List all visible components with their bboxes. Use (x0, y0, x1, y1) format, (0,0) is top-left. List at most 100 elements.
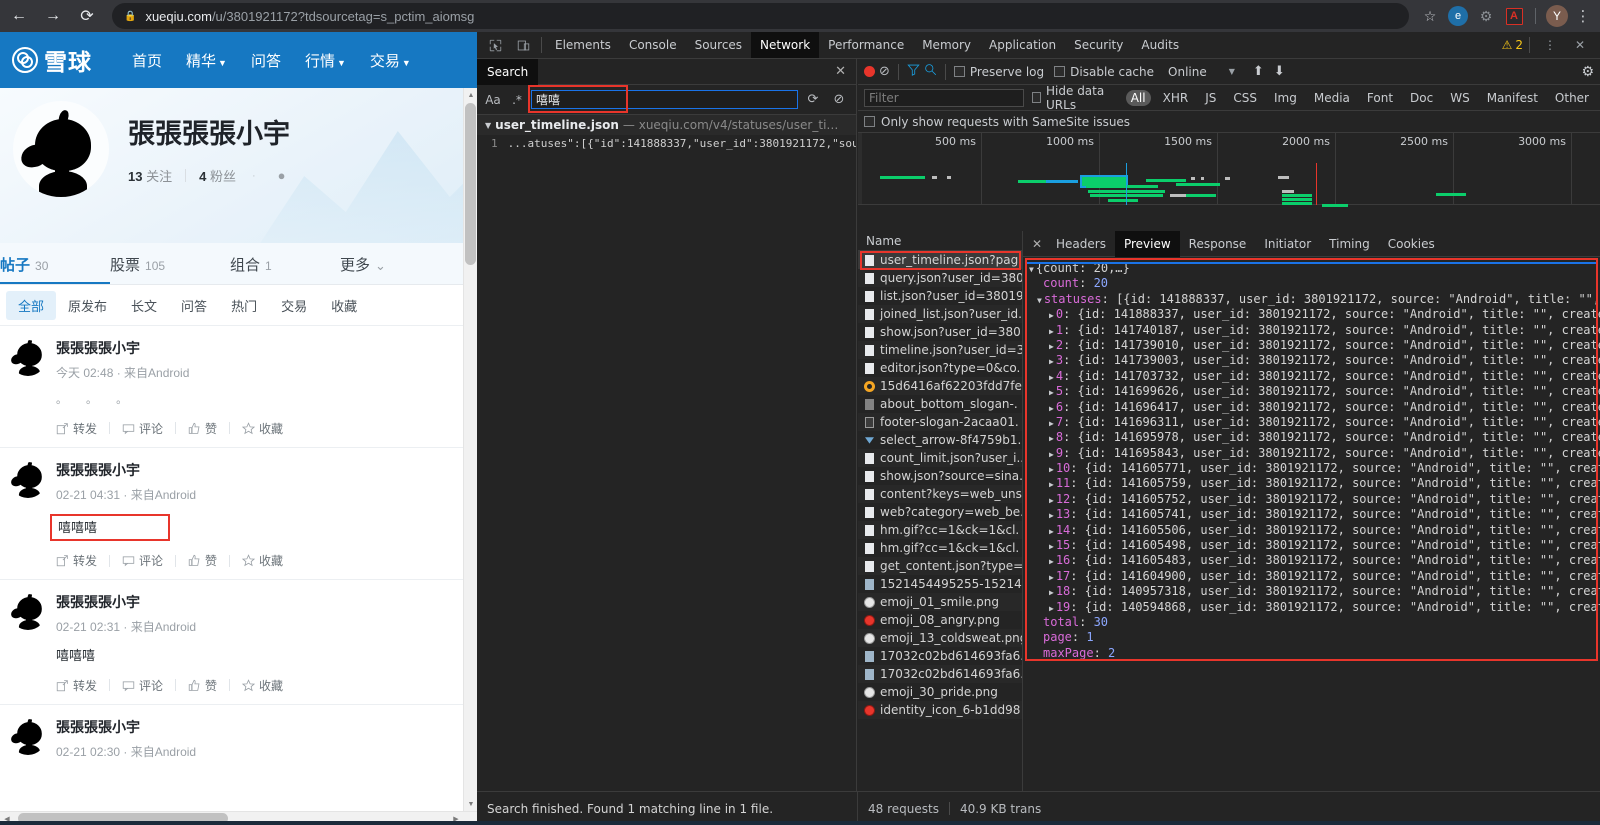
json-status-row[interactable]: ▶ 10: {id: 141605771, user_id: 3801921172… (1029, 461, 1600, 476)
filter-tab-original[interactable]: 原发布 (56, 291, 119, 320)
extension-1-icon[interactable]: e (1445, 3, 1471, 29)
table-row[interactable]: hm.gif?cc=1&ck=1&cl. (858, 521, 1022, 539)
json-status-row[interactable]: ▶ 2: {id: 141739010, user_id: 3801921172,… (1029, 338, 1600, 353)
comment-button[interactable]: 评论 (122, 677, 163, 694)
expand-triangle-icon[interactable]: ▼ (1029, 265, 1034, 274)
tab-security[interactable]: Security (1065, 32, 1132, 58)
samesite-checkbox[interactable]: Only show requests with SameSite issues (864, 115, 1130, 129)
expand-triangle-icon[interactable]: ▶ (1049, 573, 1054, 582)
json-status-row[interactable]: ▶ 15: {id: 141605498, user_id: 3801921172… (1029, 538, 1600, 553)
json-status-row[interactable]: ▶ 4: {id: 141703732, user_id: 3801921172,… (1029, 369, 1600, 384)
json-status-row[interactable]: ▶ 13: {id: 141605741, user_id: 3801921172… (1029, 507, 1600, 522)
json-status-row[interactable]: ▶ 16: {id: 141605483, user_id: 3801921172… (1029, 553, 1600, 568)
type-filter-xhr[interactable]: XHR (1158, 90, 1194, 106)
avatar[interactable] (10, 340, 46, 376)
type-filter-all[interactable]: All (1125, 89, 1151, 106)
table-row[interactable]: query.json?user_id=380 (858, 269, 1022, 287)
filter-tab-qa[interactable]: 问答 (169, 291, 219, 320)
table-row[interactable]: show.json?source=sina. (858, 467, 1022, 485)
comment-button[interactable]: 评论 (122, 420, 163, 437)
expand-triangle-icon[interactable]: ▶ (1049, 496, 1054, 505)
detail-tab-cookies[interactable]: Cookies (1379, 231, 1444, 257)
detail-tab-initiator[interactable]: Initiator (1255, 231, 1320, 257)
table-row[interactable]: editor.json?type=0&co. (858, 359, 1022, 377)
inspect-element-icon[interactable] (481, 32, 509, 58)
tab-memory[interactable]: Memory (913, 32, 980, 58)
nav-item-market[interactable]: 行情 ▼ (305, 50, 346, 71)
tab-stocks[interactable]: 股票 105 (110, 254, 230, 284)
avatar[interactable] (10, 594, 46, 630)
table-row[interactable]: 17032c02bd614693fa6. (858, 665, 1022, 683)
json-status-row[interactable]: ▶ 12: {id: 141605752, user_id: 3801921172… (1029, 492, 1600, 507)
filter-icon[interactable] (907, 63, 920, 80)
table-row[interactable]: show.json?user_id=380. (858, 323, 1022, 341)
json-status-row[interactable]: ▶ 3: {id: 141739003, user_id: 3801921172,… (1029, 353, 1600, 368)
json-status-row[interactable]: ▶ 0: {id: 141888337, user_id: 3801921172,… (1029, 307, 1600, 322)
table-row[interactable]: count_limit.json?user_i.. (858, 449, 1022, 467)
extension-pdf-icon[interactable]: A (1501, 3, 1527, 29)
type-filter-js[interactable]: JS (1200, 90, 1221, 106)
tab-network[interactable]: Network (751, 32, 820, 58)
warning-badge[interactable]: ⚠ 2 (1502, 38, 1523, 52)
site-logo[interactable]: 雪球 (12, 43, 92, 77)
regex-icon[interactable]: .* (507, 93, 527, 107)
nav-item-home[interactable]: 首页 (132, 50, 162, 71)
network-overview-timeline[interactable]: 500 ms 1000 ms 1500 ms 2000 ms 2500 ms 3… (858, 133, 1600, 207)
profile-avatar[interactable] (13, 101, 109, 197)
expand-triangle-icon[interactable]: ▶ (1049, 311, 1054, 320)
record-button[interactable] (864, 66, 875, 77)
expand-triangle-icon[interactable]: ▶ (1049, 465, 1054, 474)
browser-menu-icon[interactable]: ⋮ (1572, 7, 1594, 25)
search-icon[interactable] (924, 63, 937, 80)
table-row[interactable]: 1521454495255-15214. (858, 575, 1022, 593)
like-button[interactable]: 赞 (188, 552, 217, 569)
json-statuses[interactable]: ▼ statuses: [{id: 141888337, user_id: 380… (1029, 292, 1600, 307)
table-row[interactable]: footer-slogan-2acaa01. (858, 413, 1022, 431)
table-row[interactable]: get_content.json?type= (858, 557, 1022, 575)
type-filter-img[interactable]: Img (1269, 90, 1302, 106)
post-author[interactable]: 張張張張小宇 (56, 338, 477, 358)
detail-close-icon[interactable]: ✕ (1027, 237, 1047, 251)
type-filter-doc[interactable]: Doc (1405, 90, 1438, 106)
type-filter-media[interactable]: Media (1309, 90, 1355, 106)
search-input[interactable] (531, 90, 798, 109)
extension-2-icon[interactable]: ⚙ (1473, 3, 1499, 29)
json-status-row[interactable]: ▶ 17: {id: 141604900, user_id: 3801921172… (1029, 569, 1600, 584)
search-result-line[interactable]: 1 ...atuses":[{"id":141888337,"user_id":… (477, 135, 856, 152)
type-filter-font[interactable]: Font (1362, 90, 1398, 106)
json-status-row[interactable]: ▶ 6: {id: 141696417, user_id: 3801921172,… (1029, 400, 1600, 415)
expand-triangle-icon[interactable]: ▶ (1049, 511, 1054, 520)
avatar[interactable]: Y (1544, 3, 1570, 29)
tab-portfolio[interactable]: 组合 1 (230, 254, 340, 284)
expand-triangle-icon[interactable]: ▶ (1049, 480, 1054, 489)
detail-tab-headers[interactable]: Headers (1047, 231, 1115, 257)
favorite-button[interactable]: 收藏 (242, 552, 283, 569)
table-row[interactable]: 17032c02bd614693fa6. (858, 647, 1022, 665)
import-har-icon[interactable]: ⬆ (1253, 64, 1264, 79)
json-status-row[interactable]: ▶ 11: {id: 141605759, user_id: 3801921172… (1029, 476, 1600, 491)
json-status-row[interactable]: ▶ 18: {id: 140957318, user_id: 3801921172… (1029, 584, 1600, 599)
expand-triangle-icon[interactable]: ▶ (1049, 588, 1054, 597)
repost-button[interactable]: 转发 (56, 420, 97, 437)
tab-audits[interactable]: Audits (1132, 32, 1188, 58)
expand-triangle-icon[interactable]: ▶ (1049, 342, 1054, 351)
post-author[interactable]: 張張張張小宇 (56, 460, 477, 480)
table-row[interactable]: emoji_08_angry.png (858, 611, 1022, 629)
expand-triangle-icon[interactable]: ▶ (1049, 527, 1054, 536)
json-status-row[interactable]: ▶ 14: {id: 141605506, user_id: 3801921172… (1029, 523, 1600, 538)
page-vertical-scrollbar[interactable]: ▲ ▼ (463, 88, 477, 811)
like-button[interactable]: 赞 (188, 420, 217, 437)
following-stat[interactable]: 13 关注 (128, 166, 172, 185)
detail-tab-timing[interactable]: Timing (1320, 231, 1379, 257)
tab-sources[interactable]: Sources (686, 32, 751, 58)
table-row[interactable]: content?keys=web_uns. (858, 485, 1022, 503)
type-filter-css[interactable]: CSS (1228, 90, 1262, 106)
detail-tab-preview[interactable]: Preview (1114, 231, 1180, 257)
json-status-row[interactable]: ▶ 8: {id: 141695978, user_id: 3801921172,… (1029, 430, 1600, 445)
table-row[interactable]: identity_icon_6-b1dd98 (858, 701, 1022, 719)
devtools-close-icon[interactable]: ✕ (1566, 32, 1594, 58)
detail-tab-response[interactable]: Response (1180, 231, 1256, 257)
reload-icon[interactable]: ⟳ (72, 1, 102, 31)
avatar[interactable] (10, 718, 46, 755)
disable-cache-checkbox[interactable]: Disable cache (1054, 65, 1154, 79)
